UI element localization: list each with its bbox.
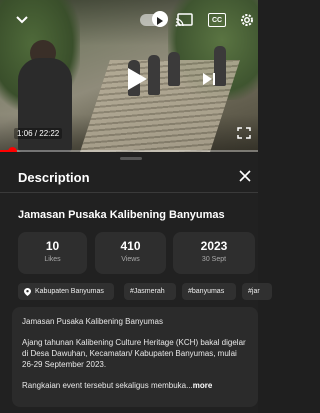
description-text-box[interactable]: Jamasan Pusaka Kalibening Banyumas Ajang… <box>12 307 258 407</box>
panel-title: Description <box>18 170 90 185</box>
cast-icon[interactable] <box>175 12 193 28</box>
views-count: 410 <box>120 239 141 253</box>
hashtag-chip-label: #jar <box>248 288 260 295</box>
fullscreen-icon[interactable] <box>236 126 252 140</box>
description-panel: Description Jamasan Pusaka Kalibening Ba… <box>0 153 272 413</box>
location-pin-icon <box>24 287 31 296</box>
date-stat: 2023 30 Sept <box>173 232 255 274</box>
description-line: Jamasan Pusaka Kalibening Banyumas <box>22 317 163 326</box>
location-chip-label: Kabupaten Banyumas <box>35 288 104 295</box>
upload-date: 30 Sept <box>201 256 227 263</box>
drag-handle[interactable] <box>120 157 142 160</box>
divider <box>0 192 258 193</box>
hashtag-chip[interactable]: #banyumas <box>182 283 236 300</box>
video-player[interactable]: CC 1:06 / 22:22 <box>0 0 258 152</box>
likes-label: Likes <box>44 256 61 263</box>
views-stat: 410 Views <box>95 232 166 274</box>
video-title: Jamasan Pusaka Kalibening Banyumas <box>18 209 225 221</box>
captions-icon[interactable]: CC <box>208 13 226 27</box>
autoplay-play-icon <box>157 17 163 25</box>
timecode: 1:06 / 22:22 <box>14 128 63 139</box>
description-truncated-text: Rangkaian event tersebut sekaligus membu… <box>22 381 193 390</box>
hashtag-chip[interactable]: #jar <box>242 283 272 300</box>
likes-count: 10 <box>45 239 60 253</box>
next-icon[interactable] <box>200 70 218 88</box>
hashtag-chip[interactable]: #Jasmerah <box>124 283 176 300</box>
hashtag-chip-label: #banyumas <box>188 288 225 295</box>
video-frame-person <box>168 52 180 86</box>
description-paragraph: Ajang tahunan Kalibening Culture Heritag… <box>22 338 246 369</box>
close-icon[interactable] <box>239 169 255 185</box>
location-chip[interactable]: Kabupaten Banyumas <box>18 283 114 300</box>
progress-bar[interactable] <box>0 147 258 152</box>
hashtag-chip-label: #Jasmerah <box>130 288 165 295</box>
chevron-down-icon[interactable] <box>12 10 32 30</box>
autoplay-toggle[interactable] <box>140 11 168 27</box>
more-link[interactable]: more <box>193 381 213 390</box>
settings-gear-icon[interactable] <box>238 10 256 30</box>
play-icon[interactable] <box>124 66 150 92</box>
description-paragraph: Rangkaian event tersebut sekaligus membu… <box>22 380 248 391</box>
progress-scrubber[interactable] <box>8 147 18 152</box>
upload-year: 2023 <box>200 239 228 253</box>
views-label: Views <box>121 256 140 263</box>
likes-stat: 10 Likes <box>18 232 87 274</box>
